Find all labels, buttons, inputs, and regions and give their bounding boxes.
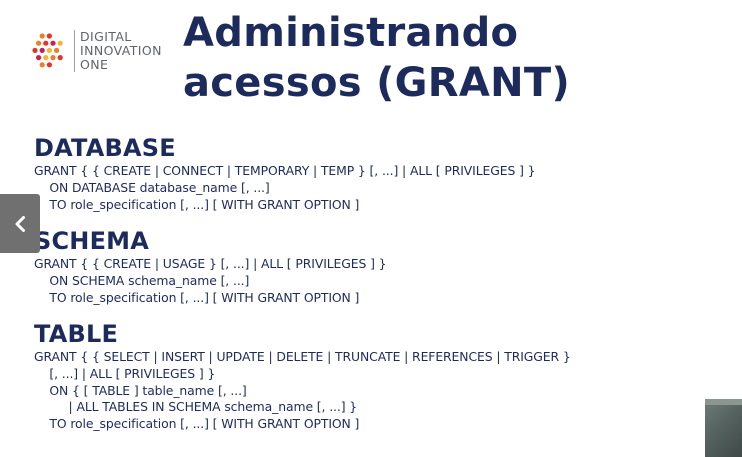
presentation-slide: DIGITAL INNOVATION ONE Administrando ace… [0,0,742,457]
logo-dot [46,33,52,39]
syntax-block-schema: GRANT { { CREATE | USAGE } [, ...] | ALL… [34,256,387,306]
logo-line-1: DIGITAL [80,29,132,44]
logo-dot [32,47,38,53]
syntax-block-table: GRANT { { SELECT | INSERT | UPDATE | DEL… [34,349,571,433]
logo-dot [43,40,49,46]
digital-innovation-one-logo: DIGITAL INNOVATION ONE [30,30,172,74]
slide-title: Administrando acessos (GRANT) [183,8,570,108]
logo-dot [39,62,45,68]
syntax-line: ON DATABASE database_name [, ...] [34,179,270,195]
logo-line-2: INNOVATION [80,43,162,58]
logo-wordmark: DIGITAL INNOVATION ONE [80,30,162,72]
logo-dot [54,47,60,53]
logo-dot [36,40,42,46]
logo-dot [39,47,45,53]
previous-slide-button[interactable] [0,194,40,253]
syntax-line: GRANT { { SELECT | INSERT | UPDATE | DEL… [34,349,571,364]
logo-line-3: ONE [80,57,109,72]
chevron-left-icon [15,215,25,232]
logo-dot [46,47,52,53]
syntax-line: TO role_specification [, ...] [ WITH GRA… [34,416,360,432]
syntax-block-database: GRANT { { CREATE | CONNECT | TEMPORARY |… [34,163,536,213]
logo-dot [43,55,49,61]
logo-dot [39,33,45,39]
slide-title-line-2: acessos (GRANT) [183,60,571,106]
syntax-line: GRANT { { CREATE | CONNECT | TEMPORARY |… [34,163,536,178]
syntax-line: [, ...] | ALL [ PRIVILEGES ] } [34,365,216,381]
slide-title-line-1: Administrando [183,10,519,56]
syntax-line: | ALL TABLES IN SCHEMA schema_name [, ..… [34,399,358,415]
section-heading-schema: SCHEMA [34,227,150,255]
section-heading-table: TABLE [34,320,119,348]
syntax-line: ON SCHEMA schema_name [, ...] [34,272,250,288]
section-heading-database: DATABASE [34,134,176,162]
logo-dot [57,55,63,61]
logo-divider [74,30,75,72]
logo-dot [50,40,56,46]
syntax-line: ON { [ TABLE ] table_name [, ...] [34,382,247,398]
syntax-line: TO role_specification [, ...] [ WITH GRA… [34,289,360,305]
logo-mark-icon [32,33,63,68]
logo-dot [36,55,42,61]
webcam-thumbnail [705,399,742,457]
logo-dot [57,40,63,46]
syntax-line: TO role_specification [, ...] [ WITH GRA… [34,196,360,212]
logo-dot [50,55,56,61]
logo-dot [46,62,52,68]
syntax-line: GRANT { { CREATE | USAGE } [, ...] | ALL… [34,256,387,271]
